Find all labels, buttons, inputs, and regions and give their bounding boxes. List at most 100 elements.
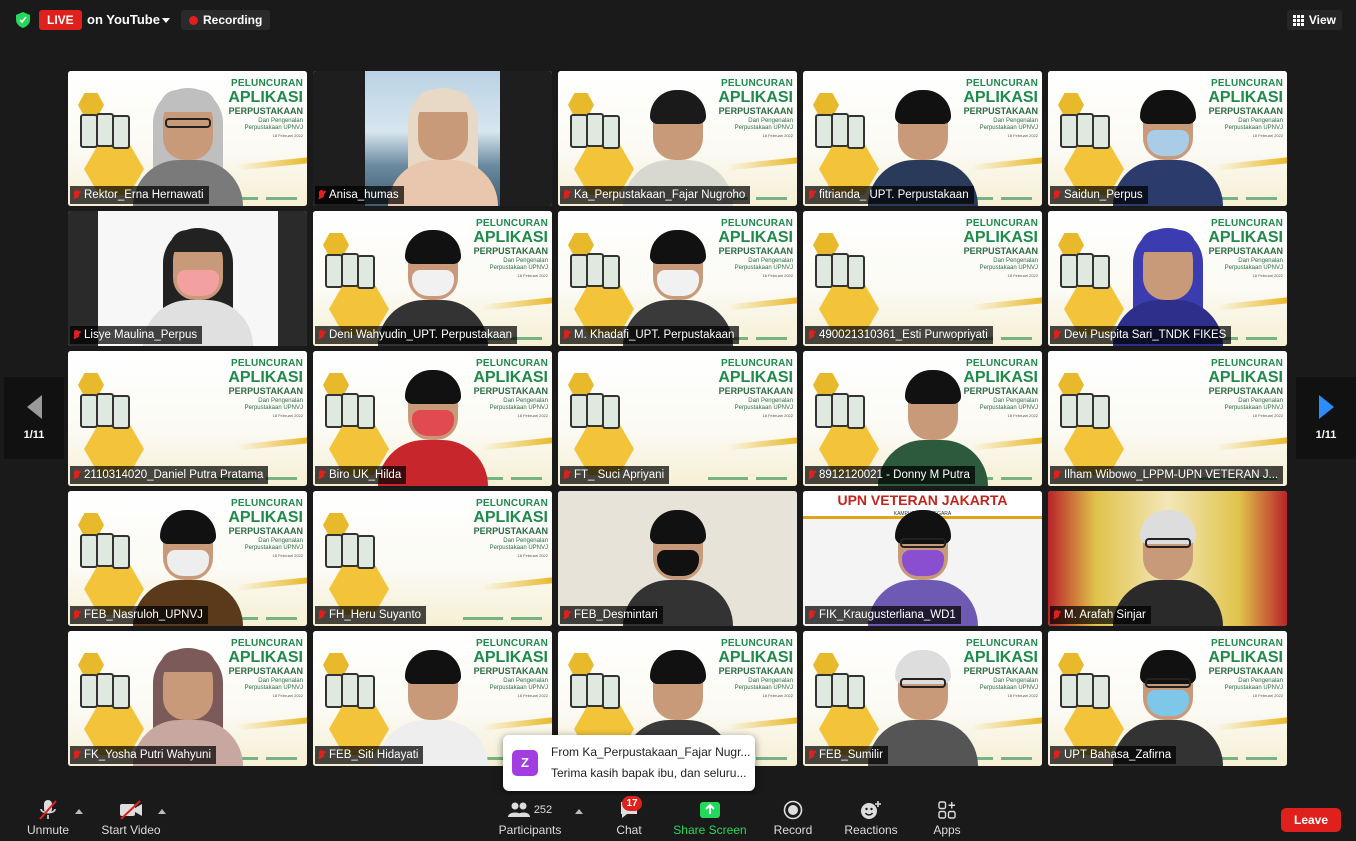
sender-avatar: Z [512,750,538,776]
participants-options-caret-icon[interactable] [575,809,583,814]
participant-tile[interactable]: PELUNCURAN APLIKASI PERPUSTAKAAN Dan Pengen… [1048,631,1287,766]
share-screen-button[interactable]: Share Screen [672,799,748,837]
participant-tile[interactable]: PELUNCURAN APLIKASI PERPUSTAKAAN Dan Pengen… [1048,211,1287,346]
phone-graphic [570,253,630,289]
slide-line-5: Perpustakaan UPNVJ [734,405,793,411]
participant-tile[interactable]: PELUNCURAN APLIKASI PERPUSTAKAAN Dan Pengen… [313,351,552,486]
glasses [1144,538,1191,548]
chat-notification[interactable]: Z From Ka_Perpustakaan_Fajar Nugr... Ter… [503,735,755,791]
slide-line-4: Dan Pengenalan [748,398,793,404]
slide-line-2: APLIKASI [473,509,548,526]
page-indicator-right: 1/11 [1315,429,1337,441]
chat-label: Chat [616,823,642,837]
participant-tile[interactable]: PELUNCURAN APLIKASI PERPUSTAKAAN Dan Pengen… [558,351,797,486]
slide-title: PELUNCURAN APLIKASI PERPUSTAKAAN Dan Pengen… [1208,359,1283,418]
participant-nameplate: Saidun_Perpus [1050,186,1148,204]
stream-destination[interactable]: on YouTube [87,12,160,27]
hair [904,370,961,404]
participant-tile[interactable]: PELUNCURAN APLIKASI PERPUSTAKAAN Dan Pengen… [313,491,552,626]
phone-graphic [325,673,385,709]
hijab-top [159,650,216,672]
participant-tile[interactable]: Lisye Maulina_Perpus [68,211,307,346]
participant-tile[interactable]: PELUNCURAN APLIKASI PERPUSTAKAAN Dan Pengen… [803,631,1042,766]
participant-tile[interactable]: PELUNCURAN APLIKASI PERPUSTAKAAN Dan Pengen… [558,211,797,346]
chevron-down-icon[interactable] [162,18,170,23]
participant-tile[interactable]: PELUNCURAN APLIKASI PERPUSTAKAAN Dan Pengen… [68,491,307,626]
slide-line-2: APLIKASI [1208,369,1283,386]
phone-shape [112,395,130,429]
participant-name: UPT Bahasa_Zafirna [1064,749,1172,761]
participant-nameplate: Ka_Perpustakaan_Fajar Nugroho [560,186,751,204]
mic-muted-icon [563,329,570,341]
phone-graphic [815,253,875,289]
reactions-button[interactable]: Reactions [842,799,900,837]
hijab-top [1139,230,1196,252]
mic-muted-icon [318,749,325,761]
face-mask [411,410,454,436]
participants-button[interactable]: 252 Participants [494,799,566,837]
slide-line-2: APLIKASI [963,229,1038,246]
phone-shape [847,115,865,149]
phone-shape [1092,115,1110,149]
participant-nameplate: fitrianda_ UPT. Perpustakaan [805,186,974,204]
hijab-top [169,230,226,252]
slide-line-5: Perpustakaan UPNVJ [489,545,548,551]
record-dot-icon [189,15,198,25]
mic-muted-icon [318,189,325,201]
shield-icon[interactable] [16,12,30,28]
participant-tile[interactable]: UPN VETERAN JAKARTAKAMPUS BELA NEGARAFIK… [803,491,1042,626]
unmute-button[interactable]: Unmute [22,799,74,837]
glasses [899,538,946,548]
participant-name: M. Khadafi_UPT. Perpustakaan [574,329,735,341]
previous-page-button[interactable]: 1/11 [4,377,64,459]
participant-name: Rektor_Erna Hernawati [84,189,204,201]
record-button[interactable]: Record [771,799,815,837]
audio-options-caret-icon[interactable] [75,809,83,814]
face-mask [411,270,454,296]
phone-shape [357,535,375,569]
slide-footer [463,617,542,620]
participant-tile[interactable]: Anisa_humas [313,71,552,206]
gallery-grid: PELUNCURAN APLIKASI PERPUSTAKAAN Dan Pengen… [68,71,1290,768]
participant-tile[interactable]: PELUNCURAN APLIKASI PERPUSTAKAAN Dan Pengen… [558,71,797,206]
phone-graphic [570,673,630,709]
view-button[interactable]: View [1286,10,1342,30]
slide-line-1: PELUNCURAN [721,358,793,369]
phone-graphic [815,113,875,149]
participant-name: Deni Wahyudin_UPT. Perpustakaan [329,329,513,341]
slide-title: PELUNCURAN APLIKASI PERPUSTAKAAN Dan Pengen… [963,219,1038,278]
participant-tile[interactable]: PELUNCURAN APLIKASI PERPUSTAKAAN Dan Pengen… [1048,351,1287,486]
participant-tile[interactable]: PELUNCURAN APLIKASI PERPUSTAKAAN Dan Pengen… [313,211,552,346]
slide-title: PELUNCURAN APLIKASI PERPUSTAKAAN Dan Pengen… [718,359,793,418]
apps-button[interactable]: Apps [929,799,965,837]
participant-tile[interactable]: PELUNCURAN APLIKASI PERPUSTAKAAN Dan Pengen… [803,71,1042,206]
participant-tile[interactable]: PELUNCURAN APLIKASI PERPUSTAKAAN Dan Pengen… [1048,71,1287,206]
start-video-button[interactable]: Start Video [98,799,164,837]
recording-label: Recording [203,13,263,27]
phone-graphic [80,113,140,149]
participant-tile[interactable]: PELUNCURAN APLIKASI PERPUSTAKAAN Dan Pengen… [803,211,1042,346]
live-badge[interactable]: LIVE [39,10,82,30]
participant-name: FEB_Desmintari [574,609,658,621]
recording-indicator[interactable]: Recording [181,10,271,30]
slide-line-2: APLIKASI [718,369,793,386]
chat-button[interactable]: 17 Chat [611,796,647,837]
phone-shape [1092,255,1110,289]
face-mask [656,550,699,576]
next-page-button[interactable]: 1/11 [1296,377,1356,459]
participant-tile[interactable]: M. Arafah Sinjar [1048,491,1287,626]
participant-name: FEB_Sumilir [819,749,883,761]
participant-tile[interactable]: FEB_Desmintari [558,491,797,626]
participant-tile[interactable]: PELUNCURAN APLIKASI PERPUSTAKAAN Dan Pengen… [68,631,307,766]
participant-tile[interactable]: PELUNCURAN APLIKASI PERPUSTAKAAN Dan Pengen… [803,351,1042,486]
mic-muted-icon [318,329,325,341]
participant-tile[interactable]: PELUNCURAN APLIKASI PERPUSTAKAAN Dan Pengen… [68,71,307,206]
mic-muted-icon [73,189,80,201]
mic-muted-icon [563,189,570,201]
phone-shape [112,675,130,709]
leave-button[interactable]: Leave [1281,808,1341,832]
participant-name: Ka_Perpustakaan_Fajar Nugroho [574,189,746,201]
participant-tile[interactable]: PELUNCURAN APLIKASI PERPUSTAKAAN Dan Pengen… [68,351,307,486]
video-options-caret-icon[interactable] [158,809,166,814]
participant-nameplate: 8912120021 - Donny M Putra [805,466,975,484]
